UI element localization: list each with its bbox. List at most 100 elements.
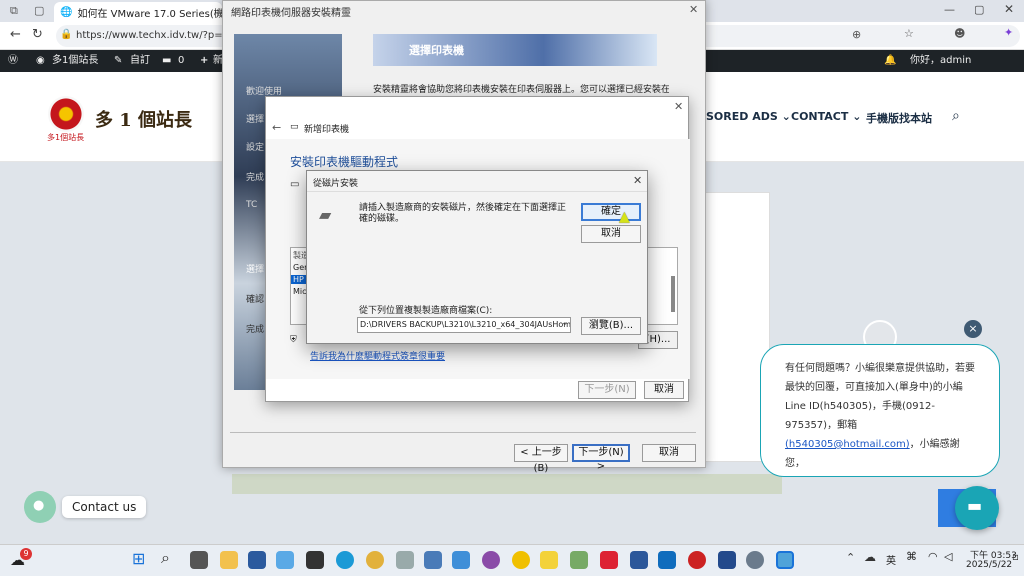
back-icon[interactable]: ← [10, 27, 21, 42]
wp-comments-count[interactable]: 0 [178, 50, 184, 72]
chevron-down-icon: ⌄ [781, 110, 791, 123]
app-icon[interactable] [570, 551, 588, 569]
notification-badge: 9 [20, 548, 32, 560]
path-label: 從下列位置複製製造廠商檔案(C): [359, 306, 493, 316]
plus-icon[interactable]: + [200, 50, 208, 72]
add-printer-close-icon[interactable]: ✕ [674, 100, 683, 113]
ime-icon[interactable]: ⌘ [906, 550, 917, 563]
wizard-cancel-button[interactable]: 取消 [642, 444, 696, 462]
printer-icon: ▭ [290, 179, 300, 190]
refresh-icon[interactable]: ↻ [32, 27, 43, 42]
wizard-banner-title: 選擇印表機 [409, 44, 464, 57]
app-icon[interactable] [452, 551, 470, 569]
list-item[interactable]: Mic [293, 287, 307, 296]
logo-caption: 多1個站長 [47, 133, 85, 142]
wizard-close-icon[interactable]: ✕ [689, 3, 698, 16]
cloud-icon[interactable]: ☁ [864, 550, 876, 564]
volume-icon[interactable]: ◁ [944, 550, 952, 563]
wizard-step: 設定 [246, 143, 265, 153]
wp-greeting[interactable]: 你好，admin [910, 50, 971, 72]
site-title[interactable]: 多 1 個站長 [95, 106, 192, 132]
input-language[interactable]: 英 [886, 552, 896, 567]
back-icon[interactable]: ← [272, 121, 281, 134]
taskbar-date[interactable]: 2025/5/22 [966, 560, 1012, 570]
scrollbar[interactable] [671, 276, 675, 312]
path-value: D:\DRIVERS BACKUP\L3210\L3210_x64_304JAU… [360, 320, 571, 329]
chevron-down-icon[interactable]: ⌄ [561, 318, 569, 328]
ok-button[interactable]: 確定 [581, 203, 641, 221]
browse-button[interactable]: 瀏覽(B)... [581, 317, 641, 335]
comment-icon[interactable]: ▬ [162, 50, 171, 72]
app-icon[interactable] [248, 551, 266, 569]
tab-actions-icon[interactable]: ▢ [34, 4, 44, 17]
favorite-icon[interactable]: ☆ [904, 27, 914, 40]
task-view-icon[interactable] [190, 551, 208, 569]
bell-icon[interactable]: 🔔 [884, 50, 896, 72]
wizard-back-button[interactable]: < 上一步(B) [514, 444, 568, 474]
minimize-icon[interactable]: — [944, 3, 955, 16]
cancel-button[interactable]: 取消 [581, 225, 641, 243]
path-combobox[interactable]: D:\DRIVERS BACKUP\L3210\L3210_x64_304JAU… [357, 317, 571, 333]
file-explorer-icon[interactable] [220, 551, 238, 569]
remote-desktop-icon[interactable] [776, 551, 794, 569]
contact-label[interactable]: Contact us [62, 496, 147, 518]
search-icon[interactable]: ⌕ [161, 548, 170, 568]
chat-email-link[interactable]: (h540305@hotmail.com) [785, 439, 910, 450]
profile-icon[interactable]: ☻ [954, 27, 965, 40]
chat-launcher-button[interactable]: ▬ [955, 486, 999, 530]
chat-bubble: 有任何問題嗎？小編很樂意提供協助，若要最快的回覆，可直接加入(單身中)的小編 L… [760, 344, 1000, 477]
app-icon[interactable] [540, 551, 558, 569]
contact-button[interactable]: ● [24, 491, 56, 523]
app-icon[interactable] [718, 551, 736, 569]
close-icon[interactable]: ✕ [1004, 2, 1014, 16]
notification-icon[interactable]: ▫ [1012, 552, 1019, 563]
chevron-up-icon[interactable]: ⌃ [846, 551, 855, 564]
workspaces-icon[interactable]: ⧉ [10, 4, 18, 18]
install-from-disk-dialog: 從磁片安裝 ✕ ▰ 請插入製造廠商的安裝磁片，然後確定在下面選擇正確的磁碟。 確… [306, 170, 648, 344]
embedded-screenshot-taskbar [232, 474, 782, 494]
browser-tab-active[interactable]: 🌐 如何在 VMware 17.0 Series(機架伺服器) [54, 2, 222, 22]
app-icon[interactable] [600, 551, 618, 569]
chat-close-button[interactable]: × [964, 320, 982, 338]
chat-icon: ● [33, 498, 45, 513]
driver-signing-link[interactable]: 告訴我為什麼驅動程式簽章很重要 [310, 349, 445, 362]
chat-icon: ▬ [967, 496, 983, 515]
shield-icon: ⛨ [290, 335, 297, 345]
dashboard-icon[interactable]: ◉ [36, 50, 45, 72]
chrome-icon[interactable] [366, 551, 384, 569]
outlook-icon[interactable] [658, 551, 676, 569]
search-icon[interactable]: ⌕ [952, 108, 960, 124]
terminal-icon[interactable] [306, 551, 324, 569]
edge-icon[interactable] [336, 551, 354, 569]
nav-item-contact[interactable]: CONTACT ⌄ [791, 110, 861, 123]
add-printer-next-button[interactable]: 下一步(N) [578, 381, 636, 399]
disk-dialog-close-icon[interactable]: ✕ [633, 174, 642, 187]
lock-icon[interactable]: 🔒 [60, 29, 72, 40]
maximize-icon[interactable]: ▢ [974, 3, 984, 16]
settings-icon[interactable] [746, 551, 764, 569]
add-printer-cancel-button[interactable]: 取消 [644, 381, 684, 399]
app-icon[interactable] [688, 551, 706, 569]
nav-item-ads[interactable]: SORED ADS ⌄ [706, 110, 791, 123]
chevron-down-icon: ⌄ [852, 110, 862, 123]
customize-icon[interactable]: ✎ [114, 50, 122, 72]
site-logo[interactable] [48, 96, 84, 132]
app-icon[interactable] [276, 551, 294, 569]
tab-title: 如何在 VMware 17.0 Series(機架伺服器) [77, 8, 222, 20]
nav-item-mobile[interactable]: 手機版找本站 [866, 110, 932, 126]
wizard-step: 完成 [246, 325, 265, 335]
app-icon[interactable] [482, 551, 500, 569]
wp-site-link[interactable]: 多1個站長 [52, 50, 98, 72]
word-icon[interactable] [630, 551, 648, 569]
app-icon[interactable] [396, 551, 414, 569]
copilot-icon[interactable]: ✦ [1004, 26, 1013, 39]
wordpress-icon[interactable]: Ⓦ [8, 50, 18, 72]
start-icon[interactable]: ⊞ [132, 549, 145, 568]
wp-customize-link[interactable]: 自訂 [130, 50, 150, 72]
wizard-next-button[interactable]: 下一步(N) > [572, 444, 630, 472]
zoom-icon[interactable]: ⊕ [852, 28, 861, 41]
app-icon[interactable] [512, 551, 530, 569]
wifi-icon[interactable]: ◠ [928, 550, 938, 563]
app-icon[interactable] [424, 551, 442, 569]
printer-icon: ▭ [290, 122, 299, 132]
